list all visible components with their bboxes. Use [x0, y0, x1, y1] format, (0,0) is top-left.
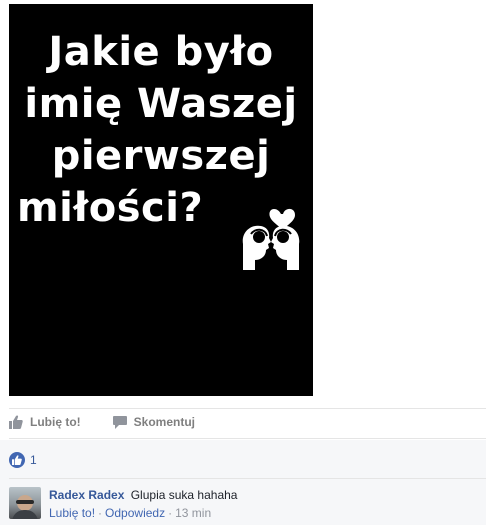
likes-count: 1 — [30, 453, 37, 467]
thumbs-up-icon — [9, 415, 23, 429]
divider — [9, 438, 486, 439]
comment-text: Glupia suka hahaha — [130, 488, 238, 502]
comments-section: 1 Radex Radex Glupia suka hahaha Lubię t… — [0, 440, 486, 525]
post-image-line-2: imię Waszej — [24, 81, 298, 127]
avatar[interactable] — [9, 487, 41, 519]
comment-button-label: Skomentuj — [133, 415, 195, 429]
comment-like-link[interactable]: Lubię to! — [49, 506, 95, 520]
comment-timestamp[interactable]: 13 min — [175, 506, 211, 520]
post-image-line-3: pierwszej — [51, 133, 271, 179]
comment-author-link[interactable]: Radex Radex — [49, 488, 124, 502]
like-button[interactable]: Lubię to! — [9, 415, 81, 429]
likes-summary[interactable]: 1 — [9, 452, 37, 468]
comment: Radex Radex Glupia suka hahaha Lubię to!… — [9, 487, 237, 521]
comment-button[interactable]: Skomentuj — [112, 415, 195, 429]
like-reaction-icon — [9, 452, 25, 468]
like-button-label: Lubię to! — [30, 415, 81, 429]
divider — [9, 478, 486, 479]
post-image[interactable]: Jakie było imię Waszej pierwszej miłości… — [9, 4, 313, 396]
post-image-line-1: Jakie było — [48, 29, 274, 75]
couple-kissing-heart-icon — [242, 208, 300, 270]
comment-reply-link[interactable]: Odpowiedz — [105, 506, 165, 520]
comment-icon — [112, 415, 127, 429]
divider — [9, 408, 486, 409]
post-actions: Lubię to! Skomentuj — [9, 412, 227, 432]
